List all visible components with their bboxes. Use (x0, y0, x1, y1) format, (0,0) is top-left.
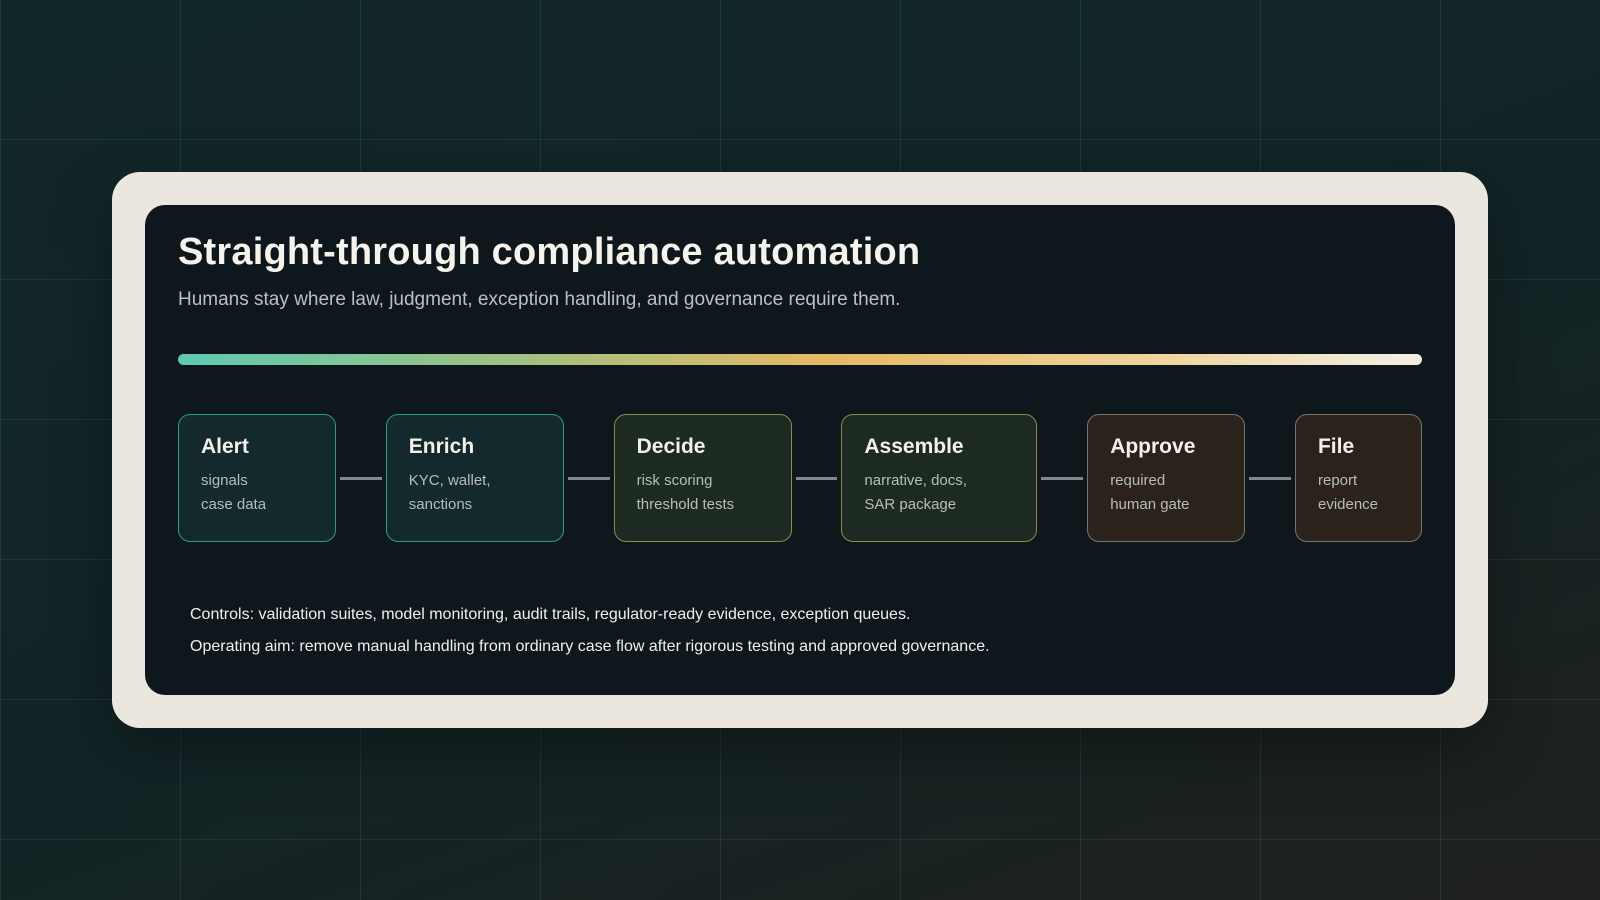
step-assemble: Assemble narrative, docs, SAR package (841, 414, 1038, 542)
flow-connector (1041, 476, 1084, 480)
step-detail: risk scoring (636, 472, 713, 489)
step-alert: Alert signals case data (178, 414, 336, 542)
footer-notes: Controls: validation suites, model monit… (190, 599, 990, 663)
step-detail: sanctions (408, 496, 473, 513)
step-title: Enrich (408, 435, 475, 458)
step-approve: Approve required human gate (1087, 414, 1246, 542)
step-detail: human gate (1110, 496, 1190, 513)
step-title: Assemble (864, 435, 964, 458)
step-title: Approve (1110, 435, 1196, 458)
step-decide: Decide risk scoring threshold tests (613, 414, 792, 542)
flow-connector (567, 476, 610, 480)
flow-connector (340, 476, 382, 480)
flow-connector (1249, 476, 1291, 480)
step-title: Decide (636, 435, 706, 458)
step-title: Alert (201, 435, 249, 458)
step-file: File report evidence (1294, 414, 1422, 542)
process-flow: Alert signals case data Enrich KYC, wall… (178, 414, 1422, 542)
controls-note: Controls: validation suites, model monit… (190, 606, 911, 623)
slide-frame: Straight-through compliance automation H… (112, 172, 1488, 728)
step-detail: required (1110, 472, 1166, 489)
flow-connector (795, 476, 838, 480)
step-detail: evidence (1317, 496, 1379, 513)
operating-aim-note: Operating aim: remove manual handling fr… (190, 638, 990, 655)
step-detail: KYC, wallet, (408, 472, 491, 489)
content-panel: Straight-through compliance automation H… (145, 205, 1455, 695)
step-detail: SAR package (864, 496, 957, 513)
step-detail: narrative, docs, (864, 472, 967, 489)
step-detail: report (1317, 472, 1358, 489)
page-title: Straight-through compliance automation (178, 231, 921, 273)
step-detail: threshold tests (636, 496, 735, 513)
step-enrich: Enrich KYC, wallet, sanctions (385, 414, 564, 542)
page-subtitle: Humans stay where law, judgment, excepti… (178, 289, 901, 310)
step-detail: case data (201, 496, 267, 513)
step-title: File (1317, 435, 1355, 458)
automation-gradient-bar (178, 354, 1422, 365)
step-detail: signals (201, 472, 248, 489)
